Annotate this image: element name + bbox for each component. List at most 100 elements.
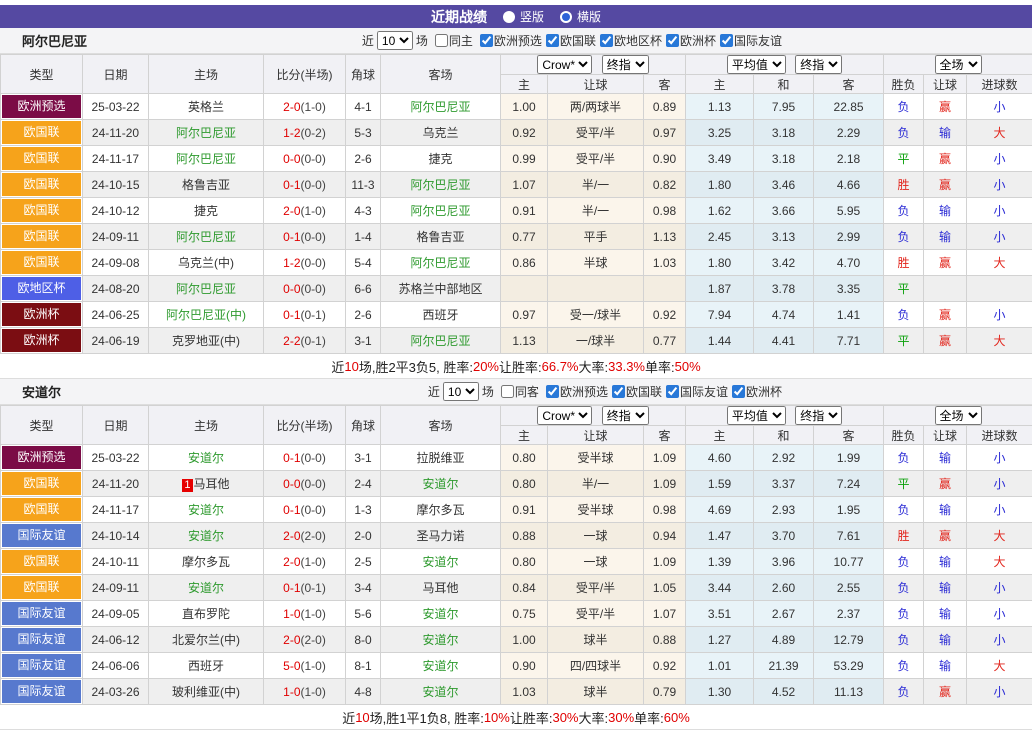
final-index-select[interactable]: 终指 [602, 55, 649, 74]
same-home-label[interactable]: 同主 [449, 32, 473, 49]
competition-filter-checkbox[interactable]: 国际友谊 [666, 383, 728, 400]
match-date: 24-09-11 [83, 224, 149, 250]
summary-text: 66.7% [542, 359, 579, 374]
same-away-checkbox[interactable]: 同客 [501, 383, 539, 400]
bookmaker-select[interactable]: Crow* [537, 55, 592, 74]
competition-checkbox-input[interactable] [546, 385, 559, 398]
let-away-odds: 1.09 [644, 445, 686, 471]
same-home-checkbox[interactable]: 同主 [435, 32, 473, 49]
competition-label[interactable]: 欧洲预选 [494, 32, 542, 49]
competition-checkbox-input[interactable] [480, 34, 493, 47]
competition-label[interactable]: 欧国联 [626, 383, 662, 400]
handicap-odds-header: Crow* 终指 [501, 55, 686, 75]
competition-filter-checkbox[interactable]: 欧洲杯 [732, 383, 782, 400]
away-team-name[interactable]: 安道尔 [422, 477, 458, 491]
final-index-select-2[interactable]: 终指 [795, 55, 842, 74]
competition-checkbox-input[interactable] [612, 385, 625, 398]
home-team-name[interactable]: 安道尔 [188, 529, 224, 543]
layout-radio-horizontal[interactable]: 横版 [560, 8, 601, 25]
competition-filter-checkbox[interactable]: 国际友谊 [720, 32, 782, 49]
fulltime-score: 0-1 [283, 503, 300, 517]
home-team-name[interactable]: 安道尔 [188, 451, 224, 465]
result-let: 输 [924, 445, 967, 471]
competition-label[interactable]: 欧洲杯 [746, 383, 782, 400]
match-count-select[interactable]: 10 [443, 382, 479, 401]
table-row: 欧洲杯24-06-19克罗地亚(中)2-2(0-1)3-1阿尔巴尼亚1.13一/… [1, 328, 1032, 354]
competition-checkbox-input[interactable] [732, 385, 745, 398]
away-team: 马耳他 [381, 575, 501, 601]
away-team-name[interactable]: 安道尔 [422, 633, 458, 647]
layout-radio-vertical[interactable]: 竖版 [503, 8, 544, 25]
avg-home-odds: 7.94 [686, 302, 754, 328]
home-team-name[interactable]: 阿尔巴尼亚 [176, 152, 236, 166]
competition-label[interactable]: 欧洲预选 [560, 383, 608, 400]
let-home-odds: 0.84 [501, 575, 548, 601]
radio-selected-icon[interactable] [560, 11, 572, 23]
fulltime-score: 1-0 [283, 685, 300, 699]
home-team-name[interactable]: 安道尔 [188, 503, 224, 517]
result-wdl: 平 [884, 276, 924, 302]
away-team-name[interactable]: 阿尔巴尼亚 [410, 204, 470, 218]
competition-checkbox-input[interactable] [546, 34, 559, 47]
final-index-select-2[interactable]: 终指 [795, 406, 842, 425]
average-select[interactable]: 平均值 [727, 55, 786, 74]
match-count-select[interactable]: 10 [377, 31, 413, 50]
competition-filter-checkbox[interactable]: 欧洲杯 [666, 32, 716, 49]
away-team-name[interactable]: 安道尔 [422, 607, 458, 621]
away-team-name[interactable]: 阿尔巴尼亚 [410, 100, 470, 114]
same-away-label[interactable]: 同客 [515, 383, 539, 400]
radio-label[interactable]: 竖版 [520, 8, 544, 25]
home-team-name[interactable]: 阿尔巴尼亚 [176, 126, 236, 140]
away-team-name[interactable]: 安道尔 [422, 685, 458, 699]
col-let-line: 让球 [548, 75, 644, 94]
away-team-name[interactable]: 安道尔 [422, 555, 458, 569]
full-match-select[interactable]: 全场 [935, 406, 982, 425]
result-goals: 大 [967, 328, 1032, 354]
away-team-name[interactable]: 阿尔巴尼亚 [410, 334, 470, 348]
competition-checkbox-input[interactable] [666, 385, 679, 398]
result-let: 赢 [924, 679, 967, 705]
competition-label[interactable]: 国际友谊 [680, 383, 728, 400]
avg-home-odds: 4.60 [686, 445, 754, 471]
home-team-name[interactable]: 阿尔巴尼亚 [176, 282, 236, 296]
competition-filter-checkbox[interactable]: 欧国联 [546, 32, 596, 49]
away-team-name[interactable]: 安道尔 [422, 659, 458, 673]
same-away-checkbox-input[interactable] [501, 385, 514, 398]
competition-filter-checkbox[interactable]: 欧洲预选 [480, 32, 542, 49]
corner-score: 5-3 [346, 120, 381, 146]
competition-label[interactable]: 欧地区杯 [614, 32, 662, 49]
home-team-name: 玻利维亚(中) [172, 685, 240, 699]
table-row: 欧洲预选25-03-22安道尔0-1(0-0)3-1拉脱维亚0.80受半球1.0… [1, 445, 1032, 471]
match-date: 24-03-26 [83, 679, 149, 705]
result-goals [967, 276, 1032, 302]
away-team-name: 捷克 [428, 152, 452, 166]
away-team-name[interactable]: 阿尔巴尼亚 [410, 178, 470, 192]
competition-label[interactable]: 欧洲杯 [680, 32, 716, 49]
competition-checkbox-input[interactable] [720, 34, 733, 47]
away-team: 阿尔巴尼亚 [381, 198, 501, 224]
average-select[interactable]: 平均值 [727, 406, 786, 425]
same-home-checkbox-input[interactable] [435, 34, 448, 47]
let-home-odds: 1.00 [501, 627, 548, 653]
competition-label[interactable]: 国际友谊 [734, 32, 782, 49]
home-team-name[interactable]: 阿尔巴尼亚(中) [166, 308, 246, 322]
competition-filter-checkbox[interactable]: 欧国联 [612, 383, 662, 400]
radio-label[interactable]: 横版 [577, 8, 601, 25]
home-team-name[interactable]: 安道尔 [188, 581, 224, 595]
full-match-select[interactable]: 全场 [935, 55, 982, 74]
corner-score: 5-6 [346, 601, 381, 627]
bookmaker-select[interactable]: Crow* [537, 406, 592, 425]
away-team-name[interactable]: 阿尔巴尼亚 [410, 256, 470, 270]
competition-checkbox-input[interactable] [666, 34, 679, 47]
home-team-name[interactable]: 阿尔巴尼亚 [176, 230, 236, 244]
result-wdl: 负 [884, 302, 924, 328]
competition-filter-checkbox[interactable]: 欧地区杯 [600, 32, 662, 49]
match-date: 24-10-14 [83, 523, 149, 549]
competition-filter-checkbox[interactable]: 欧洲预选 [546, 383, 608, 400]
competition-checkbox-input[interactable] [600, 34, 613, 47]
avg-home-odds: 3.25 [686, 120, 754, 146]
competition-label[interactable]: 欧国联 [560, 32, 596, 49]
avg-draw-odds: 2.93 [754, 497, 814, 523]
radio-icon[interactable] [503, 11, 515, 23]
final-index-select[interactable]: 终指 [602, 406, 649, 425]
